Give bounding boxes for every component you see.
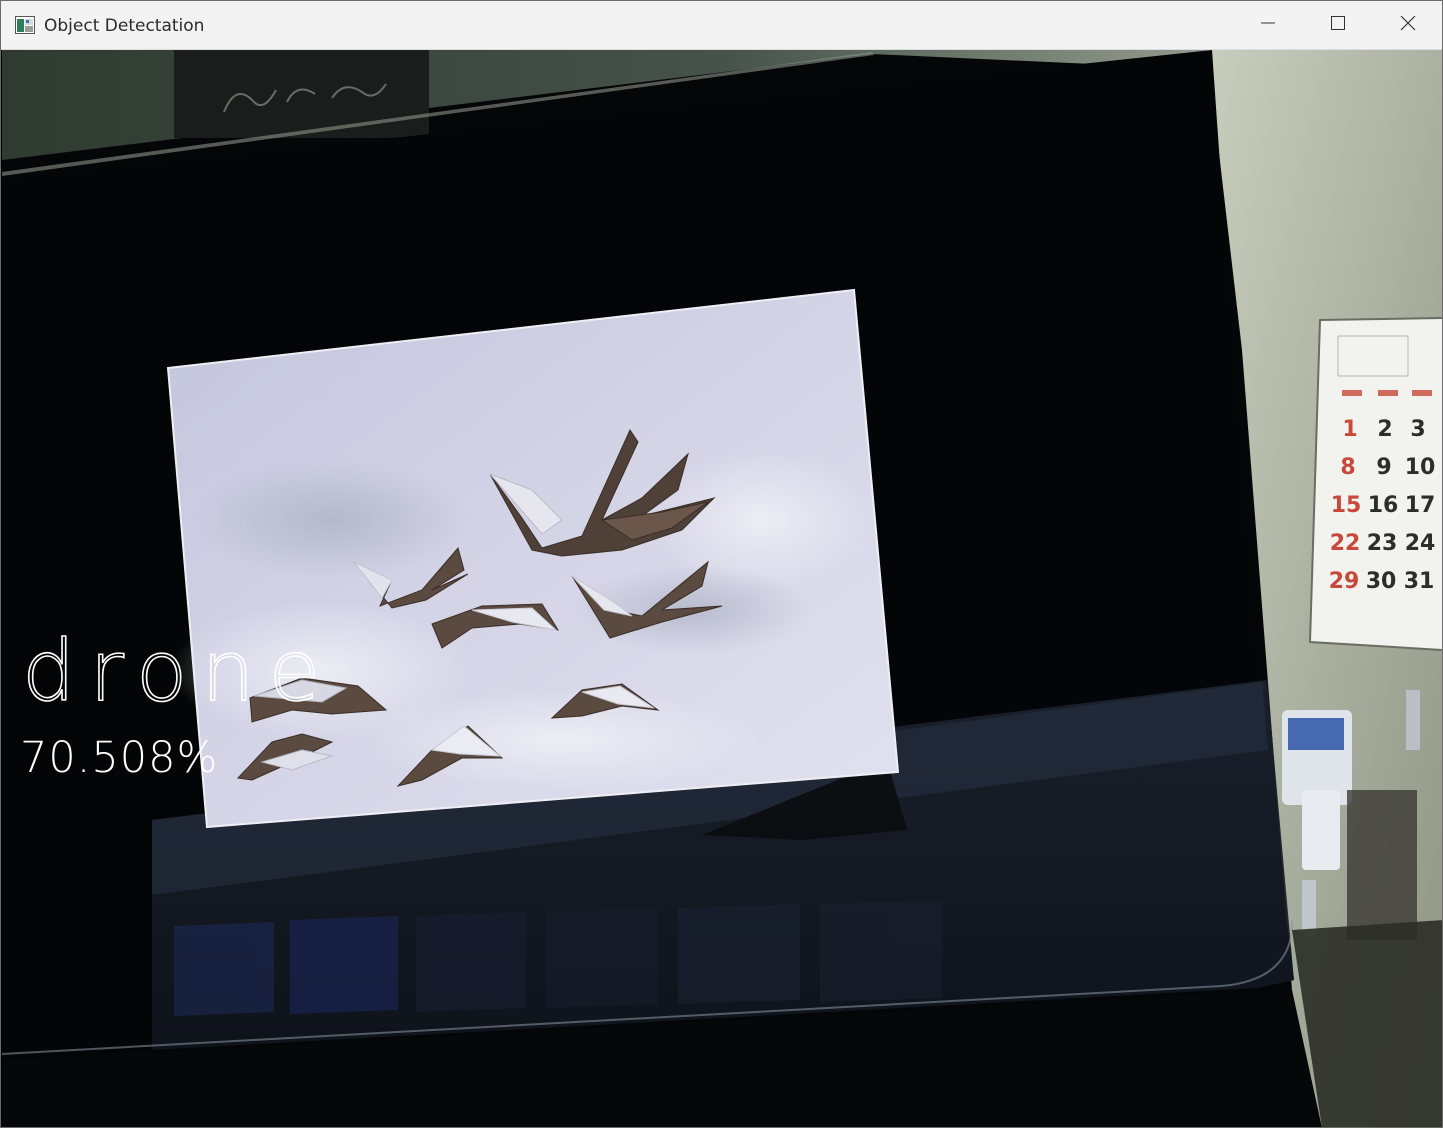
minimize-button[interactable] (1233, 1, 1303, 49)
calendar-day: 30 (1366, 569, 1397, 594)
detection-label: drone (21, 622, 335, 720)
calendar-day: 23 (1367, 531, 1398, 556)
close-icon (1400, 15, 1416, 35)
calendar-day: 9 (1376, 455, 1391, 480)
calendar-day: 24 (1405, 531, 1436, 556)
calendar-day: 17 (1405, 493, 1436, 518)
calendar-day: 3 (1410, 417, 1425, 442)
minimize-icon (1260, 15, 1276, 35)
calendar-day: 2 (1377, 417, 1392, 442)
calendar-day: 1 (1342, 417, 1357, 442)
calendar-day: 31 (1404, 569, 1435, 594)
calendar-day: 29 (1329, 569, 1360, 594)
calendar-day: 8 (1340, 455, 1355, 480)
calendar-day: 22 (1330, 531, 1361, 556)
held-photo (166, 288, 907, 840)
window-title: Object Detectation (44, 16, 205, 36)
wall-frame (174, 50, 429, 138)
camera-feed: 1 2 3 8 9 10 15 16 17 22 23 24 29 30 31 (2, 50, 1442, 1127)
detection-confidence: 70.508% (20, 733, 219, 783)
maximize-button[interactable] (1303, 1, 1373, 49)
wall-calendar: 1 2 3 8 9 10 15 16 17 22 23 24 29 30 31 (1308, 317, 1442, 651)
app-window: Object Detectation 1 2 3 8 9 10 15 16 17… (0, 0, 1443, 1128)
calendar-day: 10 (1405, 455, 1436, 480)
title-bar[interactable]: Object Detectation (1, 1, 1442, 50)
maximize-icon (1330, 15, 1346, 35)
calendar-day: 15 (1331, 493, 1362, 518)
app-window-icon (15, 16, 35, 34)
calendar-day: 16 (1368, 493, 1399, 518)
close-button[interactable] (1373, 1, 1442, 49)
